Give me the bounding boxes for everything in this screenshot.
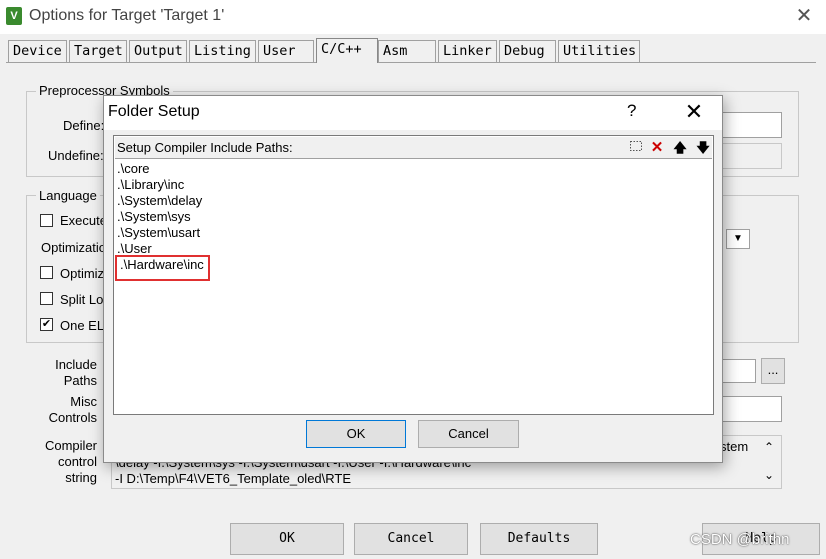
tab-target[interactable]: Target (69, 40, 127, 62)
list-item[interactable]: .\Library\inc (117, 177, 204, 193)
close-icon[interactable]: ✕ (682, 98, 706, 126)
highlight-annotation (115, 255, 210, 281)
list-header: Setup Compiler Include Paths: ✕ 🡅 🡇 (115, 137, 712, 159)
move-down-icon[interactable]: 🡇 (693, 139, 713, 156)
scroll-up-icon[interactable]: ⌃ (764, 440, 774, 454)
define-label: Define: (63, 118, 105, 133)
tab-user[interactable]: User (258, 40, 314, 62)
defaults-button[interactable]: Defaults (480, 523, 598, 555)
tab-listing[interactable]: Listing (189, 40, 256, 62)
window-titlebar: V Options for Target 'Target 1' ✕ (0, 0, 826, 34)
tab-c-cpp[interactable]: C/C++ (316, 38, 378, 63)
help-icon[interactable]: ? (627, 101, 636, 121)
list-item[interactable]: .\System\delay (117, 193, 204, 209)
split-checkbox[interactable] (40, 292, 53, 305)
tab-output[interactable]: Output (129, 40, 187, 62)
list-header-label: Setup Compiler Include Paths: (117, 140, 293, 155)
controls-label: Controls (48, 410, 97, 425)
string-label: string (65, 470, 97, 485)
include-label: Include (55, 357, 97, 372)
dialog-titlebar: Folder Setup ? ✕ (104, 96, 722, 130)
optimize-label: Optimiz (60, 266, 105, 281)
undefine-label: Undefine: (48, 148, 104, 163)
scroll-down-icon[interactable]: ⌄ (764, 468, 774, 482)
execute-checkbox[interactable] (40, 214, 53, 227)
optimization-dropdown[interactable]: ▼ (726, 229, 750, 249)
tab-asm[interactable]: Asm (378, 40, 436, 62)
watermark: CSDN @brithn (690, 531, 790, 548)
one-elf-checkbox[interactable]: ✔ (40, 318, 53, 331)
language-legend: Language (36, 188, 100, 203)
window-title: Options for Target 'Target 1' (29, 7, 225, 24)
dialog-ok-button[interactable]: OK (306, 420, 406, 448)
list-item[interactable]: .\System\sys (117, 209, 204, 225)
optimize-checkbox[interactable] (40, 266, 53, 279)
folder-setup-dialog: Folder Setup ? ✕ Setup Compiler Include … (103, 95, 723, 463)
chevron-down-icon: ▼ (733, 233, 743, 244)
list-item[interactable]: .\core (117, 161, 204, 177)
execute-label: Execute (60, 213, 107, 228)
tab-utilities[interactable]: Utilities (558, 40, 640, 62)
tab-linker[interactable]: Linker (438, 40, 497, 62)
compiler-label: Compiler (44, 438, 97, 453)
tab-device[interactable]: Device (8, 40, 67, 62)
tab-divider (6, 62, 816, 63)
ok-button[interactable]: OK (230, 523, 344, 555)
close-icon[interactable]: ✕ (792, 4, 816, 28)
tab-debug[interactable]: Debug (499, 40, 556, 62)
paths-label: Paths (63, 373, 97, 388)
dialog-cancel-button[interactable]: Cancel (418, 420, 519, 448)
compiler-control-line3: -I D:\Temp\F4\VET6_Template_oled\RTE (115, 471, 352, 486)
cancel-button[interactable]: Cancel (354, 523, 468, 555)
app-icon: V (6, 7, 22, 25)
split-label: Split Lo (60, 292, 104, 307)
browse-button[interactable]: ... (761, 358, 785, 384)
list-item[interactable]: .\System\usart (117, 225, 204, 241)
new-folder-icon[interactable] (626, 139, 646, 156)
compiler-control-line1-tail: stem (720, 439, 749, 454)
dialog-title: Folder Setup (108, 103, 200, 120)
optimization-label: Optimizatio (41, 240, 107, 255)
move-up-icon[interactable]: 🡅 (670, 139, 690, 156)
one-elf-label: One EL (60, 318, 105, 333)
control-label: control (57, 454, 97, 469)
misc-label: Misc (70, 394, 97, 409)
delete-icon[interactable]: ✕ (647, 139, 667, 156)
